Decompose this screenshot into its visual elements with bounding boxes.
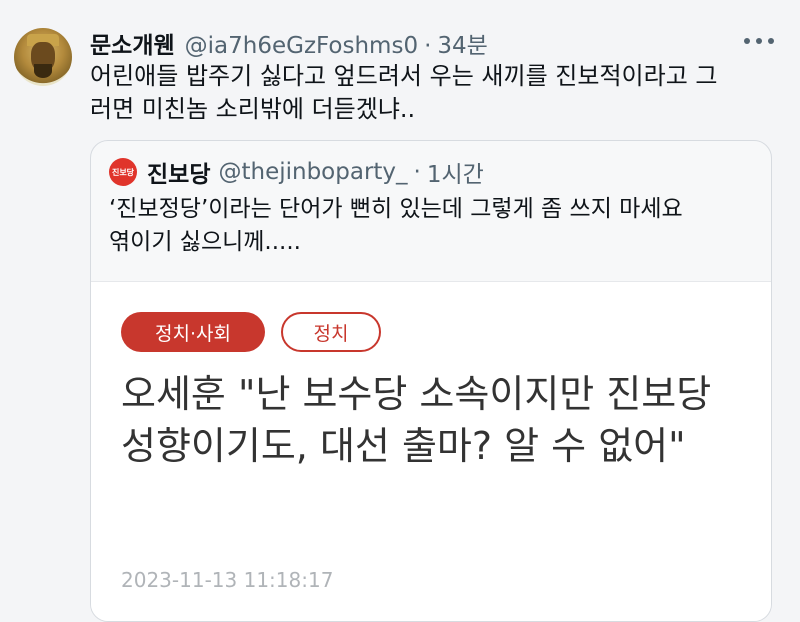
quoted-tweet[interactable]: 진보당 진보당 @thejinboparty_ · 1시간 ‘진보정당’이라는 … [90, 140, 772, 622]
quoted-tweet-header: 진보당 진보당 @thejinboparty_ · 1시간 [109, 155, 484, 189]
tweet-header: 문소개웬 @ia7h6eGzFoshms0 · 34분 [90, 26, 488, 60]
article-date: 2023-11-13 11:18:17 [121, 568, 334, 592]
quoted-author-name[interactable]: 진보당 [147, 155, 210, 189]
article-headline: 오세훈 "난 보수당 소속이지만 진보당 성향이기도, 대선 출마? 알 수 없… [121, 372, 712, 468]
article-tag-politics[interactable]: 정치 [281, 312, 381, 352]
quoted-separator: · [413, 159, 421, 185]
header-separator: · [424, 33, 432, 59]
author-name[interactable]: 문소개웬 [90, 26, 175, 60]
tweet-text: 어린애들 밥주기 싫다고 엎드려서 우는 새끼를 진보적이라고 그 러면 미친놈… [90, 62, 718, 123]
party-logo-icon: 진보당 [109, 158, 137, 186]
more-dots-icon[interactable] [744, 38, 774, 46]
article-card[interactable]: 정치·사회 정치 오세훈 "난 보수당 소속이지만 진보당 성향이기도, 대선 … [91, 281, 771, 621]
article-tag-politics-society[interactable]: 정치·사회 [121, 312, 265, 352]
author-avatar[interactable] [14, 28, 72, 86]
quoted-author-handle[interactable]: @thejinboparty_ [218, 159, 407, 185]
avatar-beard [34, 64, 52, 78]
tweet-time[interactable]: 34분 [437, 26, 487, 60]
quoted-tweet-text: ‘진보정당’이라는 단어가 뻔히 있는데 그렇게 좀 쓰지 마세요 엮이기 싫으… [109, 196, 683, 255]
author-handle[interactable]: @ia7h6eGzFoshms0 [185, 33, 418, 59]
quoted-time[interactable]: 1시간 [427, 155, 484, 189]
